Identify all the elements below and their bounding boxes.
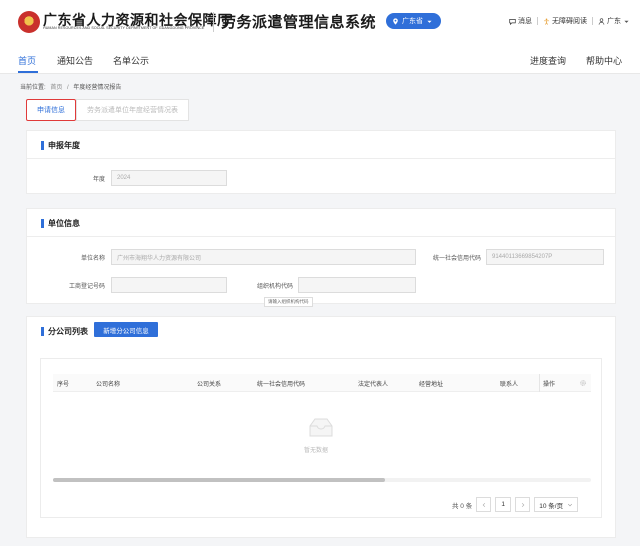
page-size-label: 10 条/页 [539, 502, 564, 510]
chevron-down-icon [624, 20, 629, 23]
org-code-label: 组织机构代码 [256, 284, 293, 290]
empty-state-text: 暂无数据 [304, 448, 329, 454]
tab-application-info[interactable]: 申请信息 [26, 99, 76, 121]
chevron-right-icon [521, 502, 525, 507]
unit-info-title: 单位信息 [41, 218, 80, 229]
business-reg-field[interactable] [111, 277, 227, 293]
accessibility-label: 无障碍阅读 [552, 18, 587, 25]
col-company-relation: 公司关系 [197, 382, 222, 388]
report-year-heading: 申报年度 [48, 141, 80, 150]
total-count: 共 0 条 [452, 502, 473, 510]
year-label: 年度 [92, 177, 105, 183]
emblem-logo-icon [18, 11, 40, 33]
branch-table: 序号 公司名称 公司关系 统一社会信用代码 法定代表人 经营地址 联系人 操作 … [40, 358, 602, 518]
nav-progress-query[interactable]: 进度查询 [530, 54, 566, 67]
user-icon [598, 17, 605, 25]
unit-name-field[interactable]: 广州市海翔华人力资源有限公司 [111, 249, 416, 265]
nav-help-center[interactable]: 帮助中心 [586, 54, 622, 67]
section-marker [41, 327, 44, 336]
page-size-select[interactable]: 10 条/页 [534, 497, 579, 512]
current-page[interactable]: 1 [495, 497, 512, 512]
nav-public-lists[interactable]: 名单公示 [113, 54, 149, 67]
card-divider [27, 158, 615, 159]
accessibility-link[interactable]: 无障碍阅读 [543, 16, 587, 26]
year-field[interactable]: 2024 [111, 170, 227, 186]
col-credit-code: 统一社会信用代码 [257, 382, 306, 388]
nav-home[interactable]: 首页 [18, 54, 36, 67]
business-reg-label: 工商登记号码 [68, 284, 105, 290]
col-address: 经营地址 [419, 382, 444, 388]
header-divider [213, 12, 214, 32]
fixed-column-divider [539, 374, 540, 392]
messages-link[interactable]: 消息 [509, 16, 532, 26]
message-bell-icon [509, 18, 516, 25]
unit-info-heading: 单位信息 [48, 219, 80, 228]
table-header: 序号 公司名称 公司关系 统一社会信用代码 法定代表人 经营地址 联系人 操作 [53, 374, 591, 392]
chevron-down-icon [427, 20, 432, 23]
department-name-en: HUMAN RESOURCES AND SOCIAL SECURITY DEPA… [43, 26, 205, 30]
col-company-name: 公司名称 [96, 382, 121, 388]
credit-code-label: 统一社会信用代码 [432, 256, 481, 262]
org-code-tooltip: 请输入组织机构代码 [264, 297, 313, 307]
form-tabs: 申请信息 劳务派遣单位年度经营情况表 [26, 99, 189, 121]
chevron-down-icon [568, 503, 573, 506]
main-nav: 首页 通知公告 名单公示 进度查询 帮助中心 [0, 44, 640, 74]
org-code-field[interactable] [298, 277, 416, 293]
breadcrumb: 当前位置: 首页 / 年度经营情况报告 [20, 82, 124, 91]
col-legal-rep: 法定代表人 [358, 382, 389, 388]
unit-name-label: 单位名称 [80, 256, 105, 262]
scrollbar-thumb[interactable] [53, 478, 385, 482]
branch-list-heading: 分公司列表 [48, 327, 88, 336]
horizontal-scrollbar[interactable] [53, 478, 591, 482]
user-menu[interactable]: 广东 [598, 16, 630, 26]
chevron-left-icon [482, 502, 485, 507]
report-year-card: 申报年度 年度 2024 [26, 130, 616, 194]
region-label: 广东省 [402, 18, 423, 25]
empty-inbox-icon [309, 418, 333, 437]
pagination: 共 0 条 1 10 条/页 [452, 497, 579, 512]
user-name: 广东 [607, 18, 621, 25]
location-pin-icon [393, 17, 398, 25]
credit-code-field[interactable]: 91440113669854207P [486, 249, 604, 265]
system-title: 劳务派遣管理信息系统 [221, 14, 377, 31]
breadcrumb-separator: / [67, 85, 69, 91]
section-marker [41, 141, 44, 150]
region-selector[interactable]: 广东省 [386, 13, 441, 29]
col-contact: 联系人 [500, 382, 519, 388]
unit-info-card: 单位信息 单位名称 广州市海翔华人力资源有限公司 统一社会信用代码 914401… [26, 208, 616, 304]
accessibility-icon [544, 18, 549, 25]
breadcrumb-current: 年度经营情况报告 [73, 85, 122, 91]
card-divider [27, 236, 615, 237]
header-links: 消息 无障碍阅读 广东 [509, 16, 630, 26]
breadcrumb-home[interactable]: 首页 [50, 85, 62, 91]
breadcrumb-prefix: 当前位置: [20, 85, 46, 91]
add-branch-button[interactable]: 新增分公司信息 [94, 322, 158, 337]
next-page-button[interactable] [515, 497, 531, 512]
site-header: 广东省人力资源和社会保障厅 HUMAN RESOURCES AND SOCIAL… [0, 0, 640, 44]
nav-notices[interactable]: 通知公告 [57, 54, 93, 67]
prev-page-button[interactable] [476, 497, 492, 512]
messages-label: 消息 [518, 18, 532, 25]
settings-gear-icon[interactable] [579, 379, 587, 387]
report-year-title: 申报年度 [41, 140, 80, 151]
nav-active-indicator [18, 71, 38, 73]
col-actions: 操作 [543, 382, 556, 388]
header-link-divider [537, 17, 538, 25]
col-index: 序号 [57, 382, 70, 388]
branch-list-title: 分公司列表 [41, 326, 88, 337]
section-marker [41, 219, 44, 228]
header-link-divider [592, 17, 593, 25]
tab-annual-operation-table[interactable]: 劳务派遣单位年度经营情况表 [76, 99, 189, 121]
